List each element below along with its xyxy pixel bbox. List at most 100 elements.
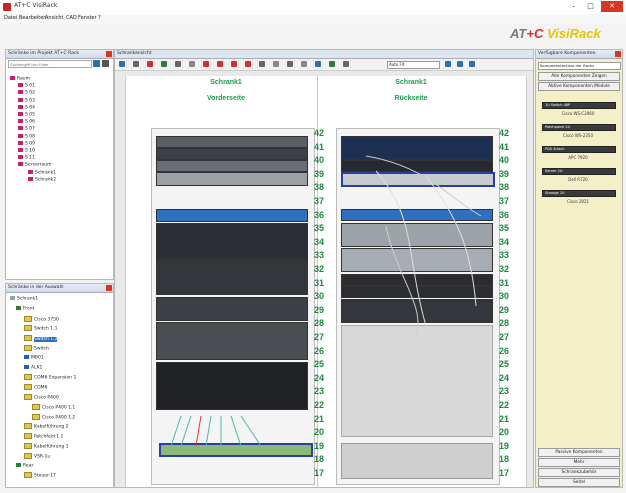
rack-icon xyxy=(18,97,23,102)
tree-item[interactable]: Serverraum xyxy=(18,162,52,168)
menu-help[interactable]: ? xyxy=(98,15,101,21)
module-item-label: Cisco P400 xyxy=(34,395,59,401)
toolbar-icon[interactable] xyxy=(203,61,209,67)
tree-root[interactable]: Raum xyxy=(10,76,30,82)
tree-item[interactable]: S 02 xyxy=(18,90,35,96)
toolbar-icon[interactable] xyxy=(175,61,181,67)
tree-item[interactable]: Schrank2 xyxy=(28,176,56,182)
component-thumbnail[interactable]: PDU 8-fach xyxy=(542,146,616,153)
module-icon xyxy=(16,305,21,310)
toolbar-icon[interactable] xyxy=(329,61,335,67)
menu-fenster[interactable]: Fenster xyxy=(78,15,97,21)
view-icon[interactable] xyxy=(469,61,475,67)
tree-item[interactable]: S 04 xyxy=(18,104,35,110)
components-panel: Verfügbare Komponenten Komponentenliste … xyxy=(535,49,623,488)
zoom-select[interactable]: Auto Fit xyxy=(387,61,440,69)
module-item-label: MB01 xyxy=(31,355,44,361)
rear-unit-number: 42 xyxy=(499,128,510,138)
module-icon xyxy=(10,296,15,300)
module-item[interactable]: Cisco 3750 xyxy=(24,315,59,322)
toolbar-icon[interactable] xyxy=(189,61,195,67)
menu-ansicht[interactable]: Ansicht xyxy=(45,15,63,21)
toolbar-icon[interactable] xyxy=(315,61,321,67)
module-icon xyxy=(24,325,32,332)
module-item[interactable]: COM6 Expansion 1 xyxy=(24,374,76,381)
toolbar-icon[interactable] xyxy=(343,61,349,67)
filter-icon[interactable] xyxy=(102,60,109,67)
rack-icon xyxy=(18,90,23,95)
menu-cad[interactable]: CAD xyxy=(66,15,77,21)
rear-unit-number: 37 xyxy=(499,196,510,206)
component-thumbnail[interactable]: Server 2U xyxy=(542,168,616,175)
more-button[interactable]: Mehr xyxy=(538,458,620,467)
toolbar-icon[interactable] xyxy=(301,61,307,67)
module-item[interactable]: Cisco P400 xyxy=(24,394,59,401)
rack-canvas[interactable]: Schrank1 Vorderseite Schrank1 Rückseite xyxy=(125,76,527,487)
module-item[interactable]: Patchfeld 1.1 xyxy=(24,433,63,440)
toolbar-icon[interactable] xyxy=(287,61,293,67)
search-icon[interactable] xyxy=(93,60,100,67)
sides-button[interactable]: Seitel xyxy=(538,478,620,487)
toolbar-icon[interactable] xyxy=(245,61,251,67)
toolbar-icon[interactable] xyxy=(133,61,139,67)
tree-item[interactable]: S 08 xyxy=(18,133,35,139)
module-item[interactable]: Steuer-17 xyxy=(24,472,56,479)
toolbar-icon[interactable] xyxy=(231,61,237,67)
toolbar-icon[interactable] xyxy=(217,61,223,67)
module-item[interactable]: Cisco P400 1.2 xyxy=(32,413,75,420)
module-item[interactable]: COM6 xyxy=(24,384,47,391)
component-thumbnail[interactable]: Storage 2U xyxy=(542,190,616,197)
menu-bearbeiten[interactable]: Bearbeiten xyxy=(19,15,46,21)
module-item-label: COM6 xyxy=(34,385,48,391)
toolbar-icon[interactable] xyxy=(147,61,153,67)
component-list-dropdown[interactable]: Komponentenliste der Racks xyxy=(538,62,621,70)
view-icon[interactable] xyxy=(457,61,463,67)
module-item[interactable]: Kabelführung 1 xyxy=(24,443,69,450)
close-icon[interactable] xyxy=(106,51,112,57)
tree-item[interactable]: Schrank1 xyxy=(28,169,56,175)
close-icon[interactable] xyxy=(106,285,112,291)
tree-item[interactable]: S 06 xyxy=(18,119,35,125)
tree-item[interactable]: S 09 xyxy=(18,140,35,146)
module-item[interactable]: Rear xyxy=(16,462,33,468)
tree-item[interactable]: S 07 xyxy=(18,126,35,132)
module-item[interactable]: Schrank1 xyxy=(10,296,38,302)
view-icon[interactable] xyxy=(445,61,451,67)
tree-item[interactable]: S 01 xyxy=(18,83,35,89)
search-input[interactable] xyxy=(8,60,92,68)
module-item-label: Steuer-17 xyxy=(34,473,56,479)
project-tree-panel: Schränke im Projekt AT+C Rack RaumS 01S … xyxy=(5,49,114,280)
tree-item[interactable]: S 10 xyxy=(18,148,35,154)
module-item[interactable]: Switch 1.1 xyxy=(24,325,57,332)
active-modules-button[interactable]: Aktive Komponenten Module xyxy=(538,82,620,91)
module-item[interactable]: Switch xyxy=(24,345,49,352)
component-label: Cisco 2921 xyxy=(566,199,590,204)
toolbar-icon[interactable] xyxy=(273,61,279,67)
close-icon[interactable] xyxy=(615,51,621,57)
toolbar-icon[interactable] xyxy=(119,61,125,67)
close-button[interactable]: ✕ xyxy=(601,1,623,12)
module-item[interactable]: Front xyxy=(16,305,34,311)
tree-item[interactable]: S 03 xyxy=(18,97,35,103)
module-item[interactable]: Cisco P400 1.1 xyxy=(32,403,75,410)
passive-components-button[interactable]: Passive Komponenten xyxy=(538,448,620,457)
maximize-button[interactable]: □ xyxy=(583,1,598,12)
module-item[interactable]: Kabelführung 2 xyxy=(24,423,69,430)
module-item[interactable]: MB01 xyxy=(24,354,44,361)
module-item[interactable]: VSR-1u xyxy=(24,452,50,459)
menu-datei[interactable]: Datei xyxy=(4,15,17,21)
component-label: APC 7920 xyxy=(568,155,588,160)
module-item[interactable]: ALK1 xyxy=(24,364,42,370)
rack-accessories-button[interactable]: Schrankzubehör xyxy=(538,468,620,477)
minimize-button[interactable]: – xyxy=(566,1,581,12)
module-item[interactable]: Switch 1.2 xyxy=(24,335,58,342)
toolbar-icon[interactable] xyxy=(161,61,167,67)
front-unit-number: 27 xyxy=(314,332,325,342)
component-thumbnail[interactable]: 1U Switch 48P xyxy=(542,102,616,109)
front-unit-number: 42 xyxy=(314,128,325,138)
toolbar-icon[interactable] xyxy=(259,61,265,67)
tree-item[interactable]: S 05 xyxy=(18,112,35,118)
tree-item[interactable]: S 11 xyxy=(18,155,35,161)
show-all-button[interactable]: Alle Komponenten Zeigen xyxy=(538,72,620,81)
component-thumbnail[interactable]: Patchpanel 24 xyxy=(542,124,616,131)
